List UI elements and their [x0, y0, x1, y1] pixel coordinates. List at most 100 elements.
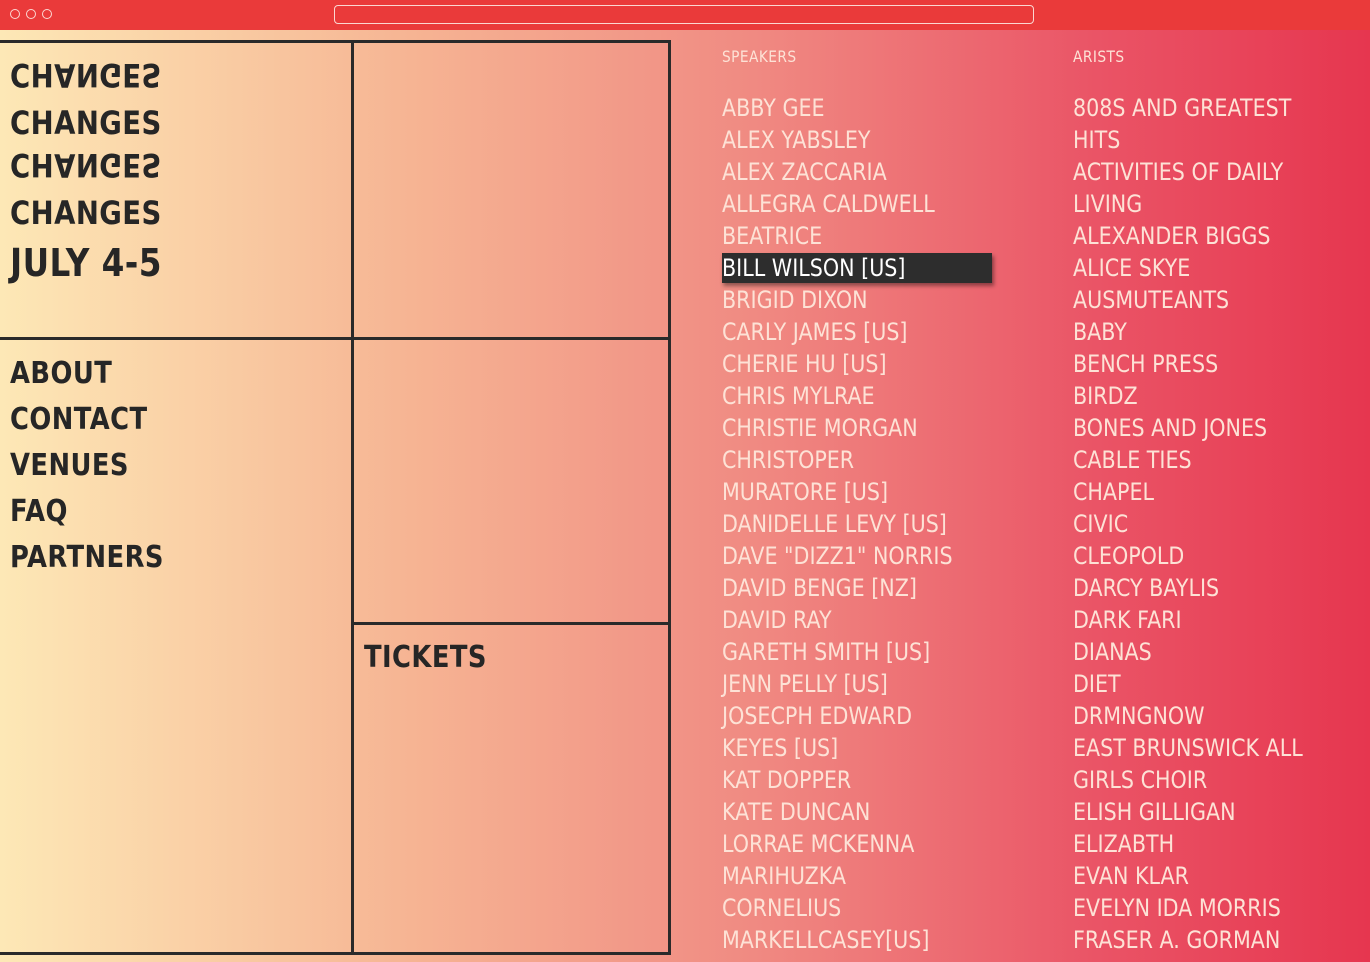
speaker-link[interactable]: BILL WILSON [US]: [722, 252, 1036, 284]
nav-link-partners[interactable]: PARTNERS: [10, 538, 164, 578]
artist-name: DIET: [1073, 670, 1121, 698]
artist-link[interactable]: ALICE SKYE: [1073, 252, 1340, 284]
artist-link[interactable]: BIRDZ: [1073, 380, 1340, 412]
artist-name: ALICE SKYE: [1073, 254, 1191, 282]
artist-name: EVELYN IDA MORRIS: [1073, 894, 1281, 922]
speaker-link[interactable]: ALEX ZACCARIA: [722, 156, 1036, 188]
artists-heading: ARISTS: [1073, 47, 1125, 66]
artist-link[interactable]: DIANAS: [1073, 636, 1340, 668]
logo-text: CHANGES: [10, 194, 162, 232]
artist-name: EAST BRUNSWICK ALL: [1073, 734, 1303, 762]
artist-link[interactable]: DARK FARI: [1073, 604, 1340, 636]
speaker-link[interactable]: DAVID RAY: [722, 604, 1036, 636]
artist-link[interactable]: EVAN KLAR: [1073, 860, 1340, 892]
speaker-link[interactable]: MARKELLCASEY[US]: [722, 924, 1036, 956]
speaker-link[interactable]: CHRISTOPER: [722, 444, 1036, 476]
speaker-link[interactable]: ALEX YABSLEY: [722, 124, 1036, 156]
speaker-link[interactable]: CHERIE HU [US]: [722, 348, 1036, 380]
speaker-link[interactable]: KAT DOPPER: [722, 764, 1036, 796]
artist-link[interactable]: AUSMUTEANTS: [1073, 284, 1340, 316]
speaker-link[interactable]: MURATORE [US]: [722, 476, 1036, 508]
speaker-link[interactable]: CARLY JAMES [US]: [722, 316, 1036, 348]
speaker-name: ALLEGRA CALDWELL: [722, 190, 935, 218]
artist-name: CIVIC: [1073, 510, 1129, 538]
speaker-link[interactable]: BEATRICE: [722, 220, 1036, 252]
speaker-name: ALEX ZACCARIA: [722, 158, 887, 186]
speaker-name: DAVID RAY: [722, 606, 832, 634]
artist-name: AUSMUTEANTS: [1073, 286, 1230, 314]
artist-link[interactable]: HITS: [1073, 124, 1340, 156]
speaker-link[interactable]: LORRAE MCKENNA: [722, 828, 1036, 860]
artist-link[interactable]: ALEXANDER BIGGS: [1073, 220, 1340, 252]
artist-link[interactable]: LIVING: [1073, 188, 1340, 220]
logo-text: CHANGES: [10, 104, 162, 142]
artist-link[interactable]: CLEOPOLD: [1073, 540, 1340, 572]
nav-link-faq[interactable]: FAQ: [10, 492, 68, 532]
image-panel-top: [351, 40, 671, 340]
artist-name: CHAPEL: [1073, 478, 1155, 506]
speaker-link[interactable]: CHRIS MYLRAE: [722, 380, 1036, 412]
artist-link[interactable]: CIVIC: [1073, 508, 1340, 540]
artist-name: 808S AND GREATEST: [1073, 94, 1292, 122]
image-panel-middle: [351, 337, 671, 625]
speaker-name: CHERIE HU [US]: [722, 350, 887, 378]
close-window-icon[interactable]: [10, 9, 20, 19]
artist-name: ALEXANDER BIGGS: [1073, 222, 1271, 250]
artist-link[interactable]: BABY: [1073, 316, 1340, 348]
speaker-name: BRIGID DIXON: [722, 286, 868, 314]
speakers-list: ABBY GEE ALEX YABSLEY ALEX ZACCARIA ALLEGRA…: [722, 92, 1036, 956]
speaker-name: JENN PELLY [US]: [722, 670, 888, 698]
speaker-link[interactable]: KEYES [US]: [722, 732, 1036, 764]
event-date: JULY 4-5: [10, 241, 162, 285]
artist-link[interactable]: BENCH PRESS: [1073, 348, 1340, 380]
artist-link[interactable]: DRMNGNOW: [1073, 700, 1340, 732]
artist-link[interactable]: CABLE TIES: [1073, 444, 1340, 476]
minimize-window-icon[interactable]: [26, 9, 36, 19]
speaker-link[interactable]: BRIGID DIXON: [722, 284, 1036, 316]
maximize-window-icon[interactable]: [42, 9, 52, 19]
tickets-link[interactable]: TICKETS: [364, 638, 487, 678]
speaker-name: MARKELLCASEY[US]: [722, 926, 930, 954]
artist-link[interactable]: FRASER A. GORMAN: [1073, 924, 1340, 956]
artist-link[interactable]: ACTIVITIES OF DAILY: [1073, 156, 1340, 188]
speaker-link[interactable]: JOSECPH EDWARD: [722, 700, 1036, 732]
speaker-name: ABBY GEE: [722, 94, 825, 122]
artist-link[interactable]: ELIZABTH: [1073, 828, 1340, 860]
artist-link[interactable]: EVELYN IDA MORRIS: [1073, 892, 1340, 924]
speaker-name: CHRISTOPER: [722, 446, 855, 474]
speaker-name: KEYES [US]: [722, 734, 839, 762]
speaker-link[interactable]: JENN PELLY [US]: [722, 668, 1036, 700]
artist-name: HITS: [1073, 126, 1121, 154]
address-bar[interactable]: [334, 5, 1034, 24]
speaker-link[interactable]: ABBY GEE: [722, 92, 1036, 124]
artist-link[interactable]: GIRLS CHOIR: [1073, 764, 1340, 796]
artist-name: ELIZABTH: [1073, 830, 1175, 858]
speaker-name: CORNELIUS: [722, 894, 842, 922]
nav-link-contact[interactable]: CONTACT: [10, 400, 148, 440]
artist-name: ACTIVITIES OF DAILY: [1073, 158, 1284, 186]
nav-link-venues[interactable]: VENUES: [10, 446, 129, 486]
speaker-link[interactable]: MARIHUZKA: [722, 860, 1036, 892]
artist-link[interactable]: BONES AND JONES: [1073, 412, 1340, 444]
artist-link[interactable]: 808S AND GREATEST: [1073, 92, 1340, 124]
artist-link[interactable]: CHAPEL: [1073, 476, 1340, 508]
speaker-link[interactable]: DANIDELLE LEVY [US]: [722, 508, 1036, 540]
artist-link[interactable]: DIET: [1073, 668, 1340, 700]
speaker-link[interactable]: KATE DUNCAN: [722, 796, 1036, 828]
speaker-link[interactable]: CORNELIUS: [722, 892, 1036, 924]
speakers-heading: SPEAKERS: [722, 47, 797, 66]
speaker-name: KATE DUNCAN: [722, 798, 871, 826]
speaker-link[interactable]: DAVE "DIZZ1" NORRIS: [722, 540, 1036, 572]
speaker-link[interactable]: GARETH SMITH [US]: [722, 636, 1036, 668]
speaker-link[interactable]: ALLEGRA CALDWELL: [722, 188, 1036, 220]
artist-name: DARCY BAYLIS: [1073, 574, 1220, 602]
artist-link[interactable]: DARCY BAYLIS: [1073, 572, 1340, 604]
nav-link-about[interactable]: ABOUT: [10, 354, 112, 394]
artist-link[interactable]: EAST BRUNSWICK ALL: [1073, 732, 1340, 764]
artist-name: CLEOPOLD: [1073, 542, 1185, 570]
speaker-link[interactable]: CHRISTIE MORGAN: [722, 412, 1036, 444]
artist-link[interactable]: ELISH GILLIGAN: [1073, 796, 1340, 828]
speaker-link[interactable]: DAVID BENGE [NZ]: [722, 572, 1036, 604]
speaker-name: JOSECPH EDWARD: [722, 702, 912, 730]
artist-name: CABLE TIES: [1073, 446, 1192, 474]
